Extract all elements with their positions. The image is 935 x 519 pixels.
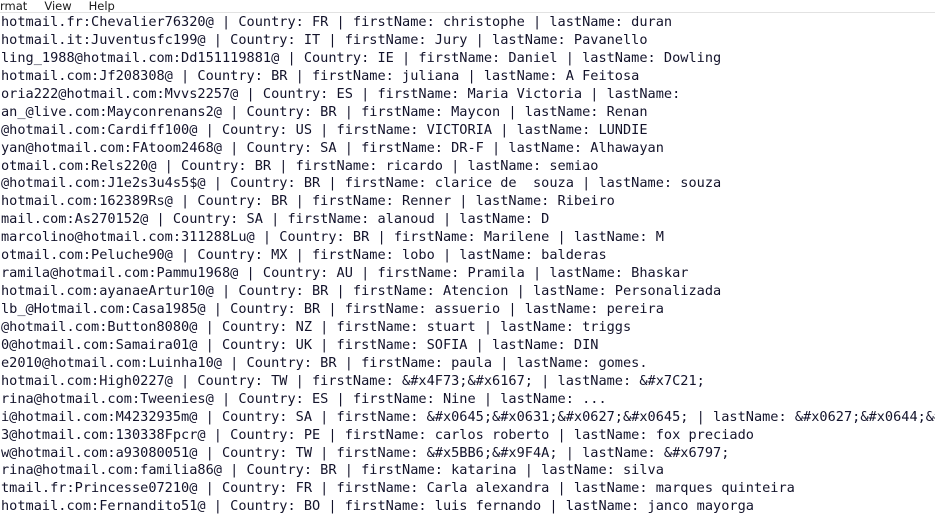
text-line: otmail.com:Peluche90@ | Country: MX | fi… [1, 247, 607, 264]
text-line: hotmail.it:Juventusfc199@ | Country: IT … [1, 31, 648, 48]
text-line: hotmail.fr:Chevalier76320@ | Country: FR… [1, 14, 673, 30]
text-line: 0@hotmail.com:Samaira01@ | Country: UK |… [1, 336, 599, 353]
document-text-area[interactable]: hotmail.fr:Chevalier76320@ | Country: FR… [0, 14, 935, 519]
text-line: e2010@hotmail.com:Luinha10@ | Country: B… [1, 354, 648, 371]
text-line: @hotmail.com:Button8080@ | Country: NZ |… [1, 318, 632, 335]
menu-bar: ormat View Help [0, 0, 935, 13]
text-line: rina@hotmail.com:familia86@ | Country: B… [1, 462, 664, 479]
text-line: hotmail.com:Jf208308@ | Country: BR | fi… [1, 67, 640, 84]
text-line: @hotmail.com:J1e2s3u4s5$@ | Country: BR … [1, 175, 722, 192]
text-line: hotmail.com:ayanaeArtur10@ | Country: BR… [1, 283, 722, 300]
text-line: ramila@hotmail.com:Pammu1968@ | Country:… [1, 265, 689, 282]
text-line: lb_@Hotmail.com:Casa1985@ | Country: BR … [1, 301, 664, 317]
text-line: otmail.com:Rels220@ | Country: BR | firs… [1, 157, 599, 174]
menu-item-help[interactable]: Help [89, 0, 124, 12]
text-line: tmail.fr:Princesse07210@ | Country: FR |… [1, 480, 795, 497]
text-line: mail.com:As270152@ | Country: SA | first… [1, 211, 550, 228]
text-line: hotmail.com:Fernandito51@ | Country: BO … [1, 498, 754, 515]
menu-item-format[interactable]: ormat [0, 0, 36, 12]
text-line: an_@live.com:Mayconrenans2@ | Country: B… [1, 103, 648, 120]
text-line: oria222@hotmail.com:Mvvs2257@ | Country:… [1, 85, 681, 102]
text-line: 3@hotmail.com:130338Fpcr@ | Country: PE … [1, 426, 754, 443]
text-line: ling_1988@hotmail.com:Dd151119881@ | Cou… [1, 49, 722, 66]
menu-item-view[interactable]: View [44, 0, 80, 12]
text-line: i@hotmail.com:M4232935m@ | Country: SA |… [1, 408, 935, 425]
text-line: @hotmail.com:Cardiff100@ | Country: US |… [1, 121, 648, 138]
text-line: hotmail.com:High0227@ | Country: TW | fi… [1, 372, 705, 389]
text-line: yan@hotmail.com:FAtoom2468@ | Country: S… [1, 139, 664, 156]
text-line: rina@hotmail.com:Tweenies@ | Country: ES… [1, 390, 607, 407]
text-line: w@hotmail.com:a93080051@ | Country: TW |… [1, 444, 730, 461]
text-editor-window: ormat View Help hotmail.fr:Chevalier7632… [0, 0, 935, 519]
text-line: marcolino@hotmail.com:311288Lu@ | Countr… [1, 229, 664, 246]
text-line: hotmail.com:162389Rs@ | Country: BR | fi… [1, 193, 615, 210]
